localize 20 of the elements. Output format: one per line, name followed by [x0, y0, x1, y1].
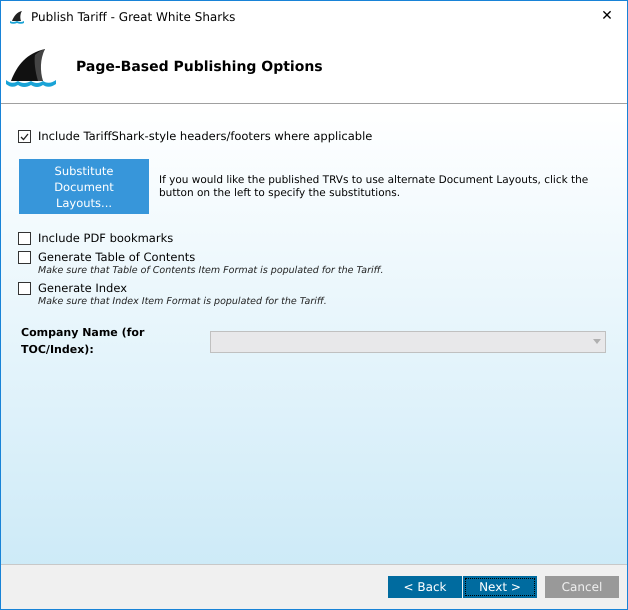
checkbox[interactable]: [18, 232, 31, 245]
checkbox-label[interactable]: Generate Table of Contents: [38, 249, 384, 265]
close-button[interactable]: ✕: [587, 1, 627, 32]
checkbox[interactable]: [18, 282, 31, 295]
shark-fin-icon: [5, 46, 57, 88]
window-title: Publish Tariff - Great White Sharks: [31, 8, 236, 26]
checkbox[interactable]: [18, 130, 31, 143]
checkbox-label[interactable]: Include TariffShark-style headers/footers where applicable: [38, 128, 372, 144]
wizard-button[interactable]: Next >: [463, 576, 537, 598]
company-name-label: Company Name (for TOC/Index):: [21, 325, 146, 358]
hint-text: Make sure that Table of Contents Item Format is populated for the Tariff.: [38, 265, 384, 277]
checkbox[interactable]: [18, 251, 31, 264]
shark-fin-icon: [9, 10, 25, 24]
checkbox-label[interactable]: Generate Index: [38, 280, 327, 296]
wizard-button[interactable]: < Back: [388, 576, 462, 598]
page-heading: Page-Based Publishing Options: [76, 58, 323, 77]
checkbox-label[interactable]: Include PDF bookmarks: [38, 230, 174, 246]
hint-text: Make sure that Index Item Format is populated for the Tariff.: [38, 296, 327, 308]
description-text: If you would like the published TRVs to use alternate Document Layouts, click the button on the left to specify the substitutions.: [159, 174, 589, 200]
caret-icon: [593, 339, 601, 344]
